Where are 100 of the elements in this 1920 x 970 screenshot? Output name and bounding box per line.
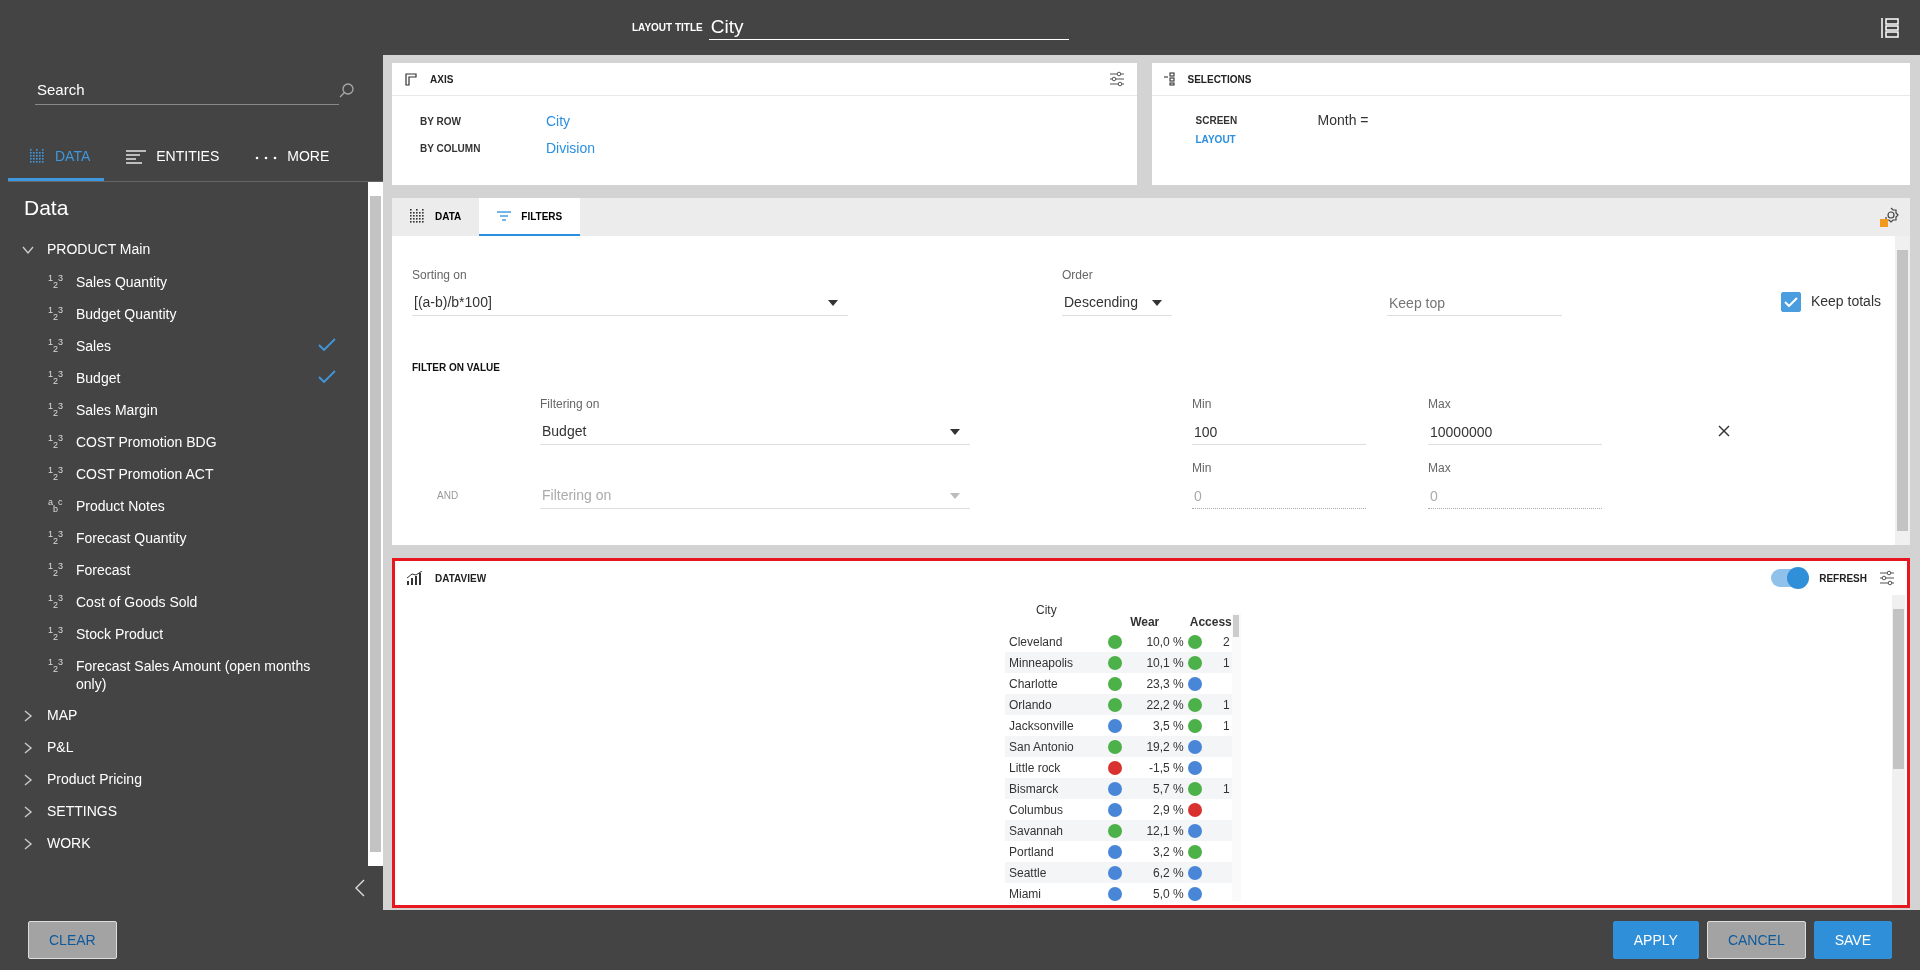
column-header: Wear bbox=[1129, 614, 1161, 631]
sidebar-tab[interactable]: ENTITIES bbox=[104, 135, 234, 181]
layout-title-field[interactable]: City bbox=[708, 15, 1069, 40]
check-icon bbox=[1783, 296, 1798, 307]
input-field: 0 bbox=[1428, 483, 1602, 509]
table-cell: 1 bbox=[1223, 697, 1230, 712]
input-field[interactable]: 10000000 bbox=[1428, 419, 1602, 445]
dropdown[interactable]: [(a-b)/b*100] bbox=[412, 290, 848, 316]
input-field[interactable]: Keep top bbox=[1387, 290, 1562, 316]
table-cell: 12,1 % bbox=[1125, 820, 1186, 841]
input-field: 0 bbox=[1192, 483, 1366, 509]
table-cell: 2 bbox=[1223, 634, 1230, 649]
tree-item[interactable]: Forecast bbox=[76, 560, 131, 579]
panel-heading: Data bbox=[24, 195, 70, 221]
table-cell: 1 bbox=[1223, 718, 1230, 733]
search-field[interactable]: Search bbox=[35, 75, 339, 105]
chevron-right-icon[interactable] bbox=[22, 773, 34, 786]
chevron-right-icon[interactable] bbox=[22, 741, 34, 754]
table-cell: 22,2 % bbox=[1125, 694, 1186, 715]
input-field[interactable]: 100 bbox=[1192, 419, 1366, 445]
table-cell: 6,2 % bbox=[1125, 862, 1186, 883]
tree-item[interactable]: Stock Product bbox=[76, 624, 164, 643]
caret-icon bbox=[1152, 299, 1162, 306]
settings-icon[interactable] bbox=[1879, 570, 1895, 586]
tree-group[interactable]: P&L bbox=[47, 737, 74, 758]
row-header: Seattle bbox=[1005, 862, 1104, 883]
row-header: Orlando bbox=[1005, 694, 1104, 715]
field-label: Max bbox=[1428, 460, 1452, 477]
tree-group[interactable]: Product Pricing bbox=[47, 769, 142, 790]
sidebar-tab[interactable]: MORE bbox=[233, 135, 344, 181]
tree-item[interactable]: COST Promotion ACT bbox=[76, 464, 214, 483]
tree-item[interactable]: COST Promotion BDG bbox=[76, 432, 217, 451]
row-header: San Antonio bbox=[1005, 736, 1104, 757]
scrollbar-thumb[interactable] bbox=[1233, 615, 1240, 637]
table-cell: 10,1 % bbox=[1125, 652, 1186, 673]
tree-group[interactable]: SETTINGS bbox=[47, 801, 117, 822]
settings-icon[interactable] bbox=[1878, 206, 1900, 228]
tree-group[interactable]: PRODUCT Main bbox=[47, 239, 151, 260]
tree-group[interactable]: MAP bbox=[47, 705, 78, 726]
chevron-right-icon[interactable] bbox=[22, 709, 34, 722]
settings-icon[interactable] bbox=[1108, 71, 1125, 87]
collapse-icon[interactable] bbox=[355, 879, 365, 897]
caret-icon bbox=[950, 428, 960, 435]
row-header: Bismarck bbox=[1005, 778, 1104, 799]
table-cell: 5,0 % bbox=[1125, 883, 1186, 901]
tree-item[interactable]: Cost of Goods Sold bbox=[76, 592, 198, 611]
scrollbar-thumb[interactable] bbox=[370, 196, 381, 852]
table-cell: 3,5 % bbox=[1125, 715, 1186, 736]
field-label: BY ROW bbox=[420, 115, 462, 129]
chevron-right-icon[interactable] bbox=[22, 805, 34, 818]
layout-list-icon[interactable] bbox=[1880, 16, 1900, 39]
field-label: SCREEN bbox=[1195, 114, 1239, 128]
row-header: Little rock bbox=[1005, 757, 1104, 778]
chart-icon bbox=[407, 571, 423, 585]
tree-item[interactable]: Sales Margin bbox=[76, 400, 158, 419]
table-cell: -1,5 % bbox=[1125, 757, 1186, 778]
condition-label: AND bbox=[437, 490, 459, 501]
lines-icon bbox=[126, 149, 147, 164]
section-title: FILTER ON VALUE bbox=[412, 361, 501, 375]
field-label: Filtering on bbox=[540, 396, 601, 413]
axis-link[interactable]: Division bbox=[546, 138, 595, 159]
dropdown[interactable]: Budget bbox=[540, 419, 970, 445]
row-header: Miami bbox=[1005, 883, 1104, 901]
tree-item[interactable]: Sales Quantity bbox=[76, 272, 168, 291]
tree-item[interactable]: Forecast Sales Amount (open months only) bbox=[76, 656, 338, 693]
tree-item[interactable]: Sales bbox=[76, 336, 112, 355]
field-label: Min bbox=[1192, 460, 1213, 477]
panel-tab[interactable]: DATA bbox=[392, 198, 480, 236]
dropdown[interactable]: Descending bbox=[1062, 290, 1172, 316]
selections-icon bbox=[1163, 72, 1176, 86]
tree-group[interactable]: WORK bbox=[47, 833, 91, 854]
row-header: Jacksonville bbox=[1005, 715, 1104, 736]
checkbox[interactable] bbox=[1780, 291, 1801, 312]
scrollbar-thumb[interactable] bbox=[1893, 609, 1904, 769]
field-label: Min bbox=[1192, 396, 1213, 413]
chevron-right-icon[interactable] bbox=[22, 837, 34, 850]
tree-item[interactable]: Product Notes bbox=[76, 496, 165, 515]
caret-icon bbox=[828, 299, 838, 306]
panel-tab[interactable]: FILTERS bbox=[479, 198, 581, 236]
field-label: Order bbox=[1062, 267, 1094, 284]
tree-item[interactable]: Budget Quantity bbox=[76, 304, 177, 323]
tree-item[interactable]: Forecast Quantity bbox=[76, 528, 187, 547]
table-cell: 23,3 % bbox=[1125, 673, 1186, 694]
selection-value: Month = bbox=[1317, 111, 1369, 130]
grid-icon bbox=[30, 149, 45, 164]
scrollbar-thumb[interactable] bbox=[1897, 250, 1908, 531]
close-icon[interactable] bbox=[1718, 425, 1730, 437]
table-cell: 1 bbox=[1223, 655, 1230, 670]
row-header: Cleveland bbox=[1005, 631, 1104, 652]
tree-item[interactable]: Budget bbox=[76, 368, 121, 387]
checkbox-label: Keep totals bbox=[1810, 292, 1881, 311]
filter-icon bbox=[497, 211, 512, 221]
field-label: BY COLUMN bbox=[420, 142, 482, 156]
grid-icon bbox=[410, 208, 425, 224]
panel-title: DATAVIEW bbox=[435, 571, 487, 586]
row-header: Columbus bbox=[1005, 799, 1104, 820]
search-icon[interactable] bbox=[339, 82, 355, 98]
toggle-switch[interactable] bbox=[1771, 569, 1808, 587]
table-cell: 5,7 % bbox=[1125, 778, 1186, 799]
row-header: Minneapolis bbox=[1005, 652, 1104, 673]
